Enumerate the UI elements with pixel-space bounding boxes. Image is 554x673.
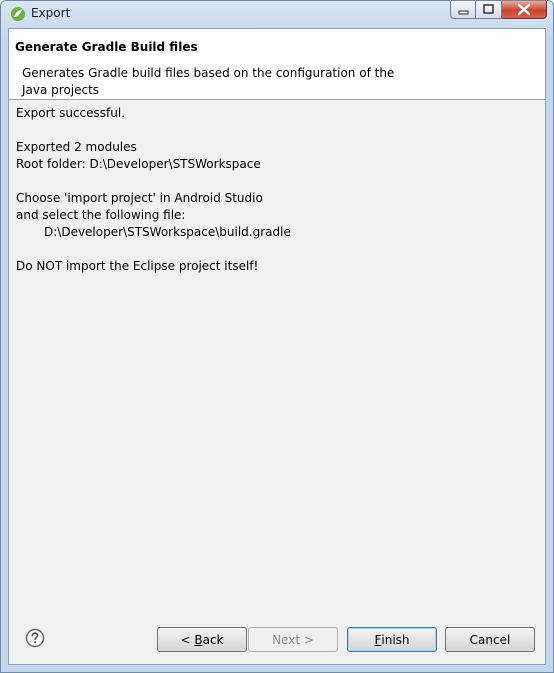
maximize-button[interactable] xyxy=(476,1,502,19)
window-title: Export xyxy=(31,6,71,20)
eclipse-icon xyxy=(11,7,25,21)
message-line: Choose 'import project' in Android Studi… xyxy=(16,191,263,205)
caption-buttons xyxy=(450,1,547,19)
minimize-button[interactable] xyxy=(450,1,476,19)
cancel-button[interactable]: Cancel xyxy=(445,627,535,652)
message-line: Export successful. xyxy=(16,106,126,120)
message-line: and select the following file: xyxy=(16,208,186,222)
finish-button-mnemonic: F xyxy=(374,632,382,647)
page-title: Generate Gradle Build files xyxy=(15,40,198,54)
close-icon xyxy=(517,3,531,16)
next-button[interactable]: Next > xyxy=(248,627,338,652)
export-result-message: Export successful. Exported 2 modules Ro… xyxy=(16,105,536,275)
title-bar[interactable]: Export xyxy=(1,1,553,28)
message-line: Do NOT import the Eclipse project itself… xyxy=(16,259,259,273)
message-line: Root folder: D:\Developer\STSWorkspace xyxy=(16,157,261,171)
maximize-icon xyxy=(483,4,494,14)
close-button[interactable] xyxy=(502,1,547,19)
finish-button[interactable]: Finish xyxy=(347,627,437,652)
message-line: Exported 2 modules xyxy=(16,140,137,154)
cancel-button-label: Cancel xyxy=(469,632,511,647)
finish-button-label: inish xyxy=(381,632,410,647)
page-description: Generates Gradle build files based on th… xyxy=(22,66,395,97)
back-button-mnemonic: B xyxy=(194,632,203,647)
back-button-prefix: < xyxy=(180,632,195,647)
dialog-client-area: Generate Gradle Build files Generates Gr… xyxy=(8,28,546,665)
export-dialog: Export Generate Gradle Build files Gener… xyxy=(0,0,554,673)
back-button-label: ack xyxy=(202,632,224,647)
wizard-header: Generate Gradle Build files Generates Gr… xyxy=(9,29,545,100)
help-icon[interactable] xyxy=(25,628,45,648)
back-button[interactable]: < Back xyxy=(157,627,247,652)
next-button-label: Next > xyxy=(272,632,314,647)
build-file-path: D:\Developer\STSWorkspace\build.gradle xyxy=(44,225,291,239)
minimize-icon xyxy=(458,10,469,15)
